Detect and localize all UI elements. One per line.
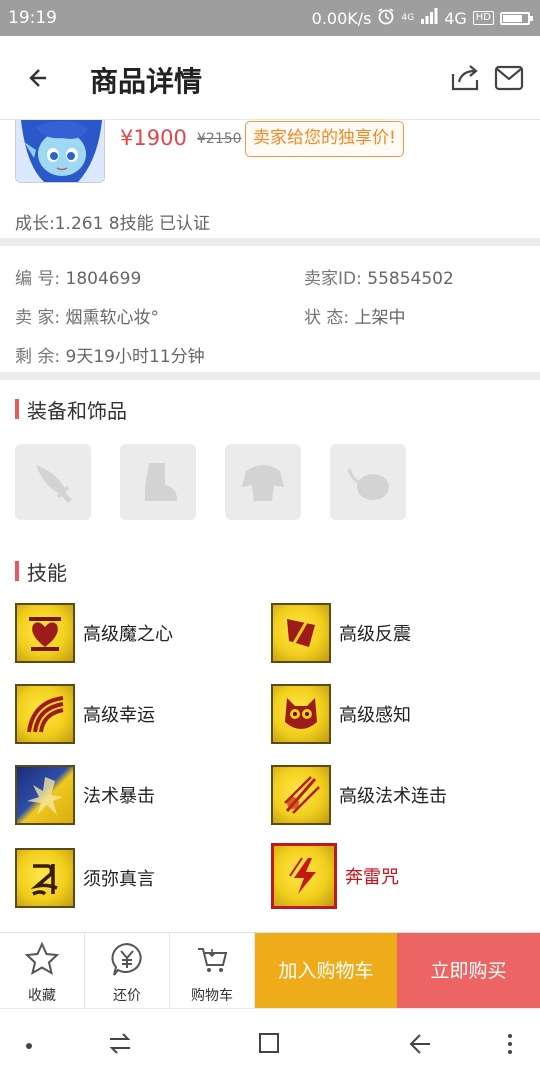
current-price: ¥1900 [120, 126, 187, 150]
page-title: 商品详情 [90, 65, 203, 98]
share-icon[interactable] [450, 62, 480, 92]
skill-item[interactable]: 高级感知 [271, 684, 411, 744]
skill-name: 高级法术连击 [339, 786, 447, 807]
buy-now-button[interactable]: 立即购买 [397, 933, 540, 1009]
bottom-action-bar: 收藏 还价 购物车 加入购物车 立即购买 [0, 932, 540, 1009]
accessory-icon [347, 468, 389, 500]
recents-icon[interactable] [258, 1031, 280, 1055]
signal-icon [420, 8, 438, 28]
listing-status-label: 状 态: [304, 308, 350, 328]
equipment-section-title: 装备和饰品 [15, 395, 127, 424]
skill-name: 高级幸运 [83, 705, 155, 726]
back-arrow-icon[interactable] [26, 60, 56, 96]
mail-icon[interactable] [494, 64, 524, 92]
hd-icon: HD [472, 11, 494, 25]
rune-icon [15, 848, 75, 908]
product-summary: ¥1900 ¥2150 卖家给您的独享价! 成长:1.261 8技能 已认证 [0, 120, 540, 238]
listing-status-value: 上架中 [354, 308, 406, 328]
exclusive-price-badge: 卖家给您的独享价! [245, 121, 404, 157]
favorite-button[interactable]: 收藏 [0, 933, 85, 1009]
skill-name: 须弥真言 [83, 869, 155, 890]
seller-name-label: 卖 家: [15, 308, 61, 328]
seller-id-label: 卖家ID: [304, 269, 362, 289]
owl-icon [271, 684, 331, 744]
clock: 19:19 [8, 8, 57, 28]
skills-section-title: 技能 [15, 557, 67, 586]
cart-button[interactable]: 购物车 [170, 933, 255, 1009]
weapon-icon [36, 465, 72, 503]
character-avatar [15, 120, 105, 183]
boots-slot[interactable] [120, 444, 196, 520]
skill-name: 高级感知 [339, 705, 411, 726]
shield-icon [271, 603, 331, 663]
burst-icon [15, 765, 75, 825]
weapon-slot[interactable] [15, 444, 91, 520]
skill-item-selected[interactable]: 奔雷咒 [271, 843, 399, 909]
listing-info: 编 号: 1804699 卖家ID: 55854502 卖 家: 烟熏软心妆° … [0, 246, 540, 372]
armor-slot[interactable] [225, 444, 301, 520]
menu-icon[interactable] [506, 1031, 514, 1057]
yen-bubble-icon [111, 942, 142, 976]
switch-icon[interactable] [108, 1031, 132, 1057]
section-divider [0, 372, 540, 380]
original-price: ¥2150 [197, 131, 242, 147]
claw-slash-icon [271, 765, 331, 825]
skill-item[interactable]: 须弥真言 [15, 848, 155, 908]
section-divider [0, 238, 540, 246]
time-remaining: 剩 余: 9天19小时11分钟 [15, 342, 205, 367]
armor-icon [242, 465, 284, 501]
star-icon [24, 941, 60, 976]
bargain-label: 还价 [113, 988, 141, 1004]
app-header: 商品详情 [0, 36, 540, 120]
listing-number: 编 号: 1804699 [15, 264, 141, 289]
status-icons: 0.00K/s 4G 4G HD [311, 7, 533, 29]
listing-status: 状 态: 上架中 [304, 303, 406, 328]
skill-name: 高级反震 [339, 624, 411, 645]
time-remaining-label: 剩 余: [15, 347, 61, 367]
alarm-icon [377, 7, 395, 29]
listing-number-value: 1804699 [65, 269, 142, 289]
battery-icon [500, 11, 533, 25]
accessory-slot[interactable] [330, 444, 406, 520]
system-nav-bar [0, 1008, 540, 1080]
seller-name-value: 烟熏软心妆° [65, 308, 160, 328]
dot-icon[interactable] [25, 1042, 33, 1050]
data-indicator-icon: 4G [401, 12, 415, 23]
skill-name: 法术暴击 [83, 786, 155, 807]
skill-item[interactable]: 高级幸运 [15, 684, 155, 744]
skill-name: 奔雷咒 [345, 867, 399, 888]
growth-info: 成长:1.261 8技能 已认证 [15, 214, 211, 234]
cart-label: 购物车 [191, 988, 233, 1004]
add-to-cart-button[interactable]: 加入购物车 [255, 933, 397, 1009]
seller-name: 卖 家: 烟熏软心妆° [15, 303, 159, 328]
skill-item[interactable]: 高级反震 [271, 603, 411, 663]
network-type: 4G [444, 8, 467, 28]
time-remaining-value: 9天19小时11分钟 [65, 347, 205, 367]
nav-back-icon[interactable] [408, 1031, 432, 1057]
status-bar: 19:19 0.00K/s 4G 4G HD [0, 0, 540, 36]
skill-item[interactable]: 高级魔之心 [15, 603, 173, 663]
listing-number-label: 编 号: [15, 269, 61, 289]
skill-name: 高级魔之心 [83, 624, 173, 645]
favorite-label: 收藏 [28, 988, 56, 1004]
seller-id: 卖家ID: 55854502 [304, 264, 454, 289]
cart-icon [198, 948, 228, 972]
rainbow-icon [15, 684, 75, 744]
heart-emblem-icon [15, 603, 75, 663]
network-speed: 0.00K/s [311, 8, 372, 28]
boots-icon [145, 463, 177, 501]
skill-item[interactable]: 法术暴击 [15, 765, 155, 825]
lightning-icon [271, 843, 337, 909]
skill-item[interactable]: 高级法术连击 [271, 765, 447, 825]
seller-id-value: 55854502 [367, 269, 454, 289]
bargain-button[interactable]: 还价 [85, 933, 170, 1009]
